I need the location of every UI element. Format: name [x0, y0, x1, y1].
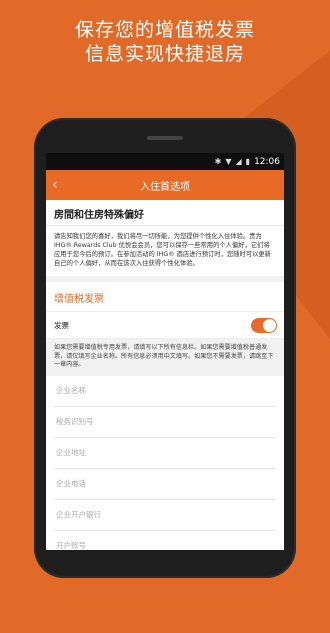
- status-bar: ✱ ▼ ◢ ▮ 12:06: [46, 153, 284, 170]
- bluetooth-icon: ✱: [214, 157, 222, 166]
- company-address-field-row: [54, 438, 276, 469]
- room-preferences-intro: 请告知我们您的喜好，我们将尽一切所能，为您提供个性化入住体验。贵为 IHG® R…: [46, 226, 284, 282]
- invoice-label: 发票: [54, 320, 69, 330]
- battery-icon: ▮: [245, 157, 251, 166]
- tax-id-input[interactable]: [54, 416, 276, 427]
- company-bank-input[interactable]: [54, 509, 276, 520]
- phone-screen: ✱ ▼ ◢ ▮ 12:06 ‹ 入住首选项 房間和住房特殊偏好 请告知我们您的喜…: [46, 153, 284, 550]
- invoice-toggle[interactable]: [251, 317, 277, 333]
- page-title: 入住首选项: [140, 181, 190, 193]
- signal-icon: ◢: [235, 157, 242, 166]
- wifi-icon: ▼: [225, 157, 232, 166]
- vat-instructions-note: 如果您需要增值税专用发票，请填写以下所有信息栏。如果您需要增值税普通发票，请仅填…: [46, 339, 284, 376]
- company-name-field-row: [54, 376, 276, 407]
- company-phone-field-row: [54, 469, 276, 500]
- company-phone-input[interactable]: [54, 478, 276, 489]
- app-bar: ‹ 入住首选项: [46, 170, 284, 200]
- chevron-left-icon: ‹: [52, 177, 58, 193]
- promo-headline: 保存您的增值税发票 信息实现快捷退房: [0, 18, 330, 66]
- tax-id-field-row: [54, 407, 276, 438]
- bank-account-input[interactable]: [54, 540, 276, 550]
- company-address-input[interactable]: [54, 447, 276, 458]
- status-time: 12:06: [254, 156, 280, 167]
- headline-line-2: 信息实现快捷退房: [84, 43, 245, 65]
- vat-invoice-title: 增值税发票: [46, 282, 284, 312]
- headline-line-1: 保存您的增值税发票: [74, 19, 255, 41]
- phone-speaker: [147, 136, 183, 140]
- bank-account-field-row: [54, 531, 276, 550]
- back-button[interactable]: ‹: [52, 175, 70, 195]
- toggle-knob: [263, 318, 276, 332]
- company-name-input[interactable]: [54, 385, 276, 396]
- company-bank-field-row: [54, 500, 276, 531]
- invoice-toggle-row: 发票: [46, 312, 284, 339]
- room-preferences-title: 房間和住房特殊偏好: [46, 200, 284, 226]
